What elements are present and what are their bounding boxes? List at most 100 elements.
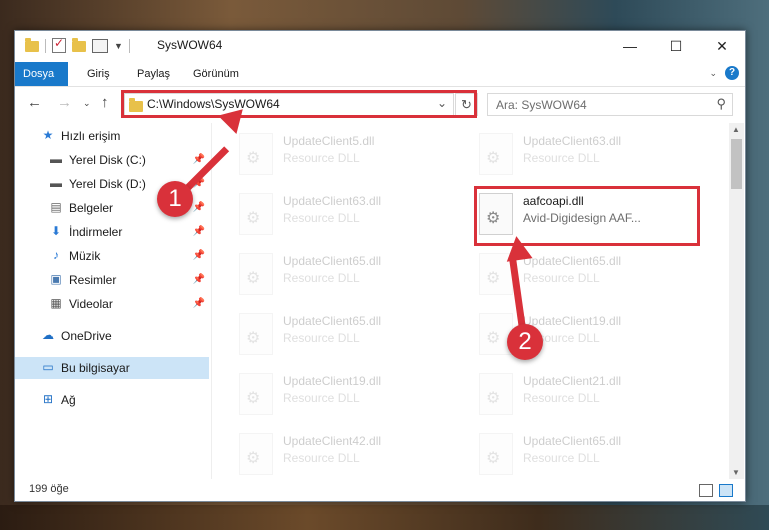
up-arrow-icon[interactable]: ↑ (101, 94, 109, 111)
file-item[interactable]: UpdateClient5.dll Resource DLL (239, 129, 469, 175)
dll-file-icon (239, 193, 273, 235)
file-name: UpdateClient5.dll (283, 134, 375, 148)
file-item[interactable]: UpdateClient65.dll Resource DLL (239, 309, 469, 355)
pin-icon[interactable]: 📌 (193, 221, 205, 243)
divider (128, 38, 130, 53)
vertical-scrollbar[interactable]: ▲ ▼ (729, 123, 744, 479)
sidebar-item-pictures[interactable]: ▣ Resimler 📌 (15, 269, 209, 291)
file-type: Resource DLL (283, 211, 360, 225)
file-type: Resource DLL (283, 271, 360, 285)
help-icon[interactable]: ? (725, 66, 739, 80)
star-icon: ★ (42, 128, 54, 142)
dll-file-icon (239, 133, 273, 175)
file-name: UpdateClient63.dll (523, 134, 622, 148)
file-type: Resource DLL (283, 391, 360, 405)
sidebar-item-label: Resimler (69, 273, 117, 287)
file-item[interactable]: UpdateClient63.dll Resource DLL (479, 129, 709, 175)
file-type: Resource DLL (283, 151, 360, 165)
file-name: UpdateClient21.dll (523, 374, 622, 388)
properties-check-icon[interactable] (52, 36, 66, 53)
file-item[interactable]: UpdateClient19.dll Resource DLL (239, 369, 469, 415)
maximize-button[interactable]: ☐ (653, 31, 699, 61)
close-button[interactable]: ✕ (699, 31, 745, 61)
file-type: Resource DLL (523, 451, 600, 465)
sidebar-item-downloads[interactable]: ⬇ İndirmeler 📌 (15, 221, 209, 243)
network-icon: ⊞ (42, 392, 54, 406)
dll-file-icon (479, 373, 513, 415)
ribbon-tabs: Dosya Giriş Paylaş Görünüm ⌄ ? (15, 62, 745, 87)
videos-icon: ▦ (50, 296, 62, 310)
minimize-button[interactable]: — (607, 31, 653, 61)
file-item[interactable]: UpdateClient63.dll Resource DLL (239, 189, 469, 235)
details-view-icon[interactable] (699, 484, 713, 497)
item-count: 199 öğe (29, 483, 69, 495)
sidebar-item-local-disk-c[interactable]: ▬ Yerel Disk (C:) 📌 (15, 149, 209, 171)
new-folder-icon[interactable] (72, 38, 86, 52)
tab-file[interactable]: Dosya (15, 62, 68, 86)
documents-icon: ▤ (50, 200, 62, 214)
drive-icon: ▬ (50, 152, 62, 166)
pin-icon[interactable]: 📌 (193, 269, 205, 291)
drive-icon: ▬ (50, 176, 62, 190)
dll-file-icon (239, 433, 273, 475)
address-highlight-box (121, 90, 477, 118)
computer-icon: ▭ (42, 360, 54, 374)
step-2-arrowhead (503, 234, 533, 262)
title-bar: ▼ SysWOW64 — ☐ ✕ (15, 31, 745, 61)
tab-share[interactable]: Paylaş (127, 62, 180, 86)
step-2-badge: 2 (507, 324, 543, 360)
scrollbar-thumb[interactable] (731, 139, 742, 189)
sidebar-item-network[interactable]: ⊞ Ağ (15, 389, 209, 411)
step-1-badge: 1 (157, 181, 193, 217)
file-item[interactable]: UpdateClient42.dll Resource DLL (239, 429, 469, 475)
file-type: Resource DLL (523, 391, 600, 405)
file-name: UpdateClient42.dll (283, 434, 382, 448)
dll-file-icon (239, 313, 273, 355)
folder-icon (25, 38, 39, 52)
scroll-up-icon[interactable]: ▲ (732, 125, 740, 134)
file-list: UpdateClient5.dll Resource DLL UpdateCli… (213, 123, 729, 479)
large-icons-view-icon[interactable] (719, 484, 733, 497)
sidebar-item-label: Videolar (69, 297, 113, 311)
sidebar-item-this-pc[interactable]: ▭ Bu bilgisayar (15, 357, 209, 379)
sidebar-item-music[interactable]: ♪ Müzik 📌 (15, 245, 209, 267)
tab-home[interactable]: Giriş (77, 62, 120, 86)
file-name: UpdateClient65.dll (523, 254, 622, 268)
sidebar-item-label: Ağ (61, 393, 76, 407)
tab-view[interactable]: Görünüm (183, 62, 249, 86)
pin-icon[interactable]: 📌 (193, 293, 205, 315)
pictures-icon: ▣ (50, 272, 62, 286)
back-arrow-icon[interactable]: ← (27, 94, 42, 111)
file-item[interactable]: UpdateClient65.dll Resource DLL (239, 249, 469, 295)
expand-ribbon-chevron-icon[interactable]: ⌄ (709, 68, 717, 79)
sidebar-item-label: Yerel Disk (D:) (69, 177, 146, 191)
desktop-background (0, 505, 769, 530)
scroll-down-icon[interactable]: ▼ (732, 468, 740, 477)
dll-file-icon (479, 133, 513, 175)
status-bar: 199 öğe (15, 479, 745, 501)
file-item[interactable]: UpdateClient21.dll Resource DLL (479, 369, 709, 415)
search-input[interactable]: Ara: SysWOW64 ⚲ (487, 93, 733, 116)
pin-icon[interactable]: 📌 (193, 197, 205, 219)
sidebar-item-label: Bu bilgisayar (61, 361, 130, 375)
pin-icon[interactable]: 📌 (193, 245, 205, 267)
recent-locations-chevron-icon[interactable]: ⌄ (83, 98, 91, 109)
forward-arrow-icon[interactable]: → (57, 94, 72, 111)
file-name: UpdateClient19.dll (283, 374, 382, 388)
customize-toolbar-chevron-icon[interactable]: ▼ (114, 41, 123, 51)
sidebar-item-onedrive[interactable]: ☁ OneDrive (15, 325, 209, 347)
file-type: Resource DLL (283, 331, 360, 345)
window-title: SysWOW64 (157, 38, 223, 52)
file-type: Resource DLL (523, 151, 600, 165)
divider (45, 38, 46, 53)
dll-file-icon (479, 433, 513, 475)
file-name: UpdateClient63.dll (283, 194, 382, 208)
sidebar-item-videos[interactable]: ▦ Videolar 📌 (15, 293, 209, 315)
properties-icon[interactable] (92, 38, 108, 53)
sidebar-item-quick-access[interactable]: ★ Hızlı erişim (15, 125, 209, 147)
cloud-icon: ☁ (42, 328, 54, 342)
sidebar-item-label: İndirmeler (69, 225, 123, 239)
search-icon[interactable]: ⚲ (716, 96, 726, 112)
file-item[interactable]: UpdateClient65.dll Resource DLL (479, 429, 709, 475)
sidebar-item-label: Belgeler (69, 201, 114, 215)
